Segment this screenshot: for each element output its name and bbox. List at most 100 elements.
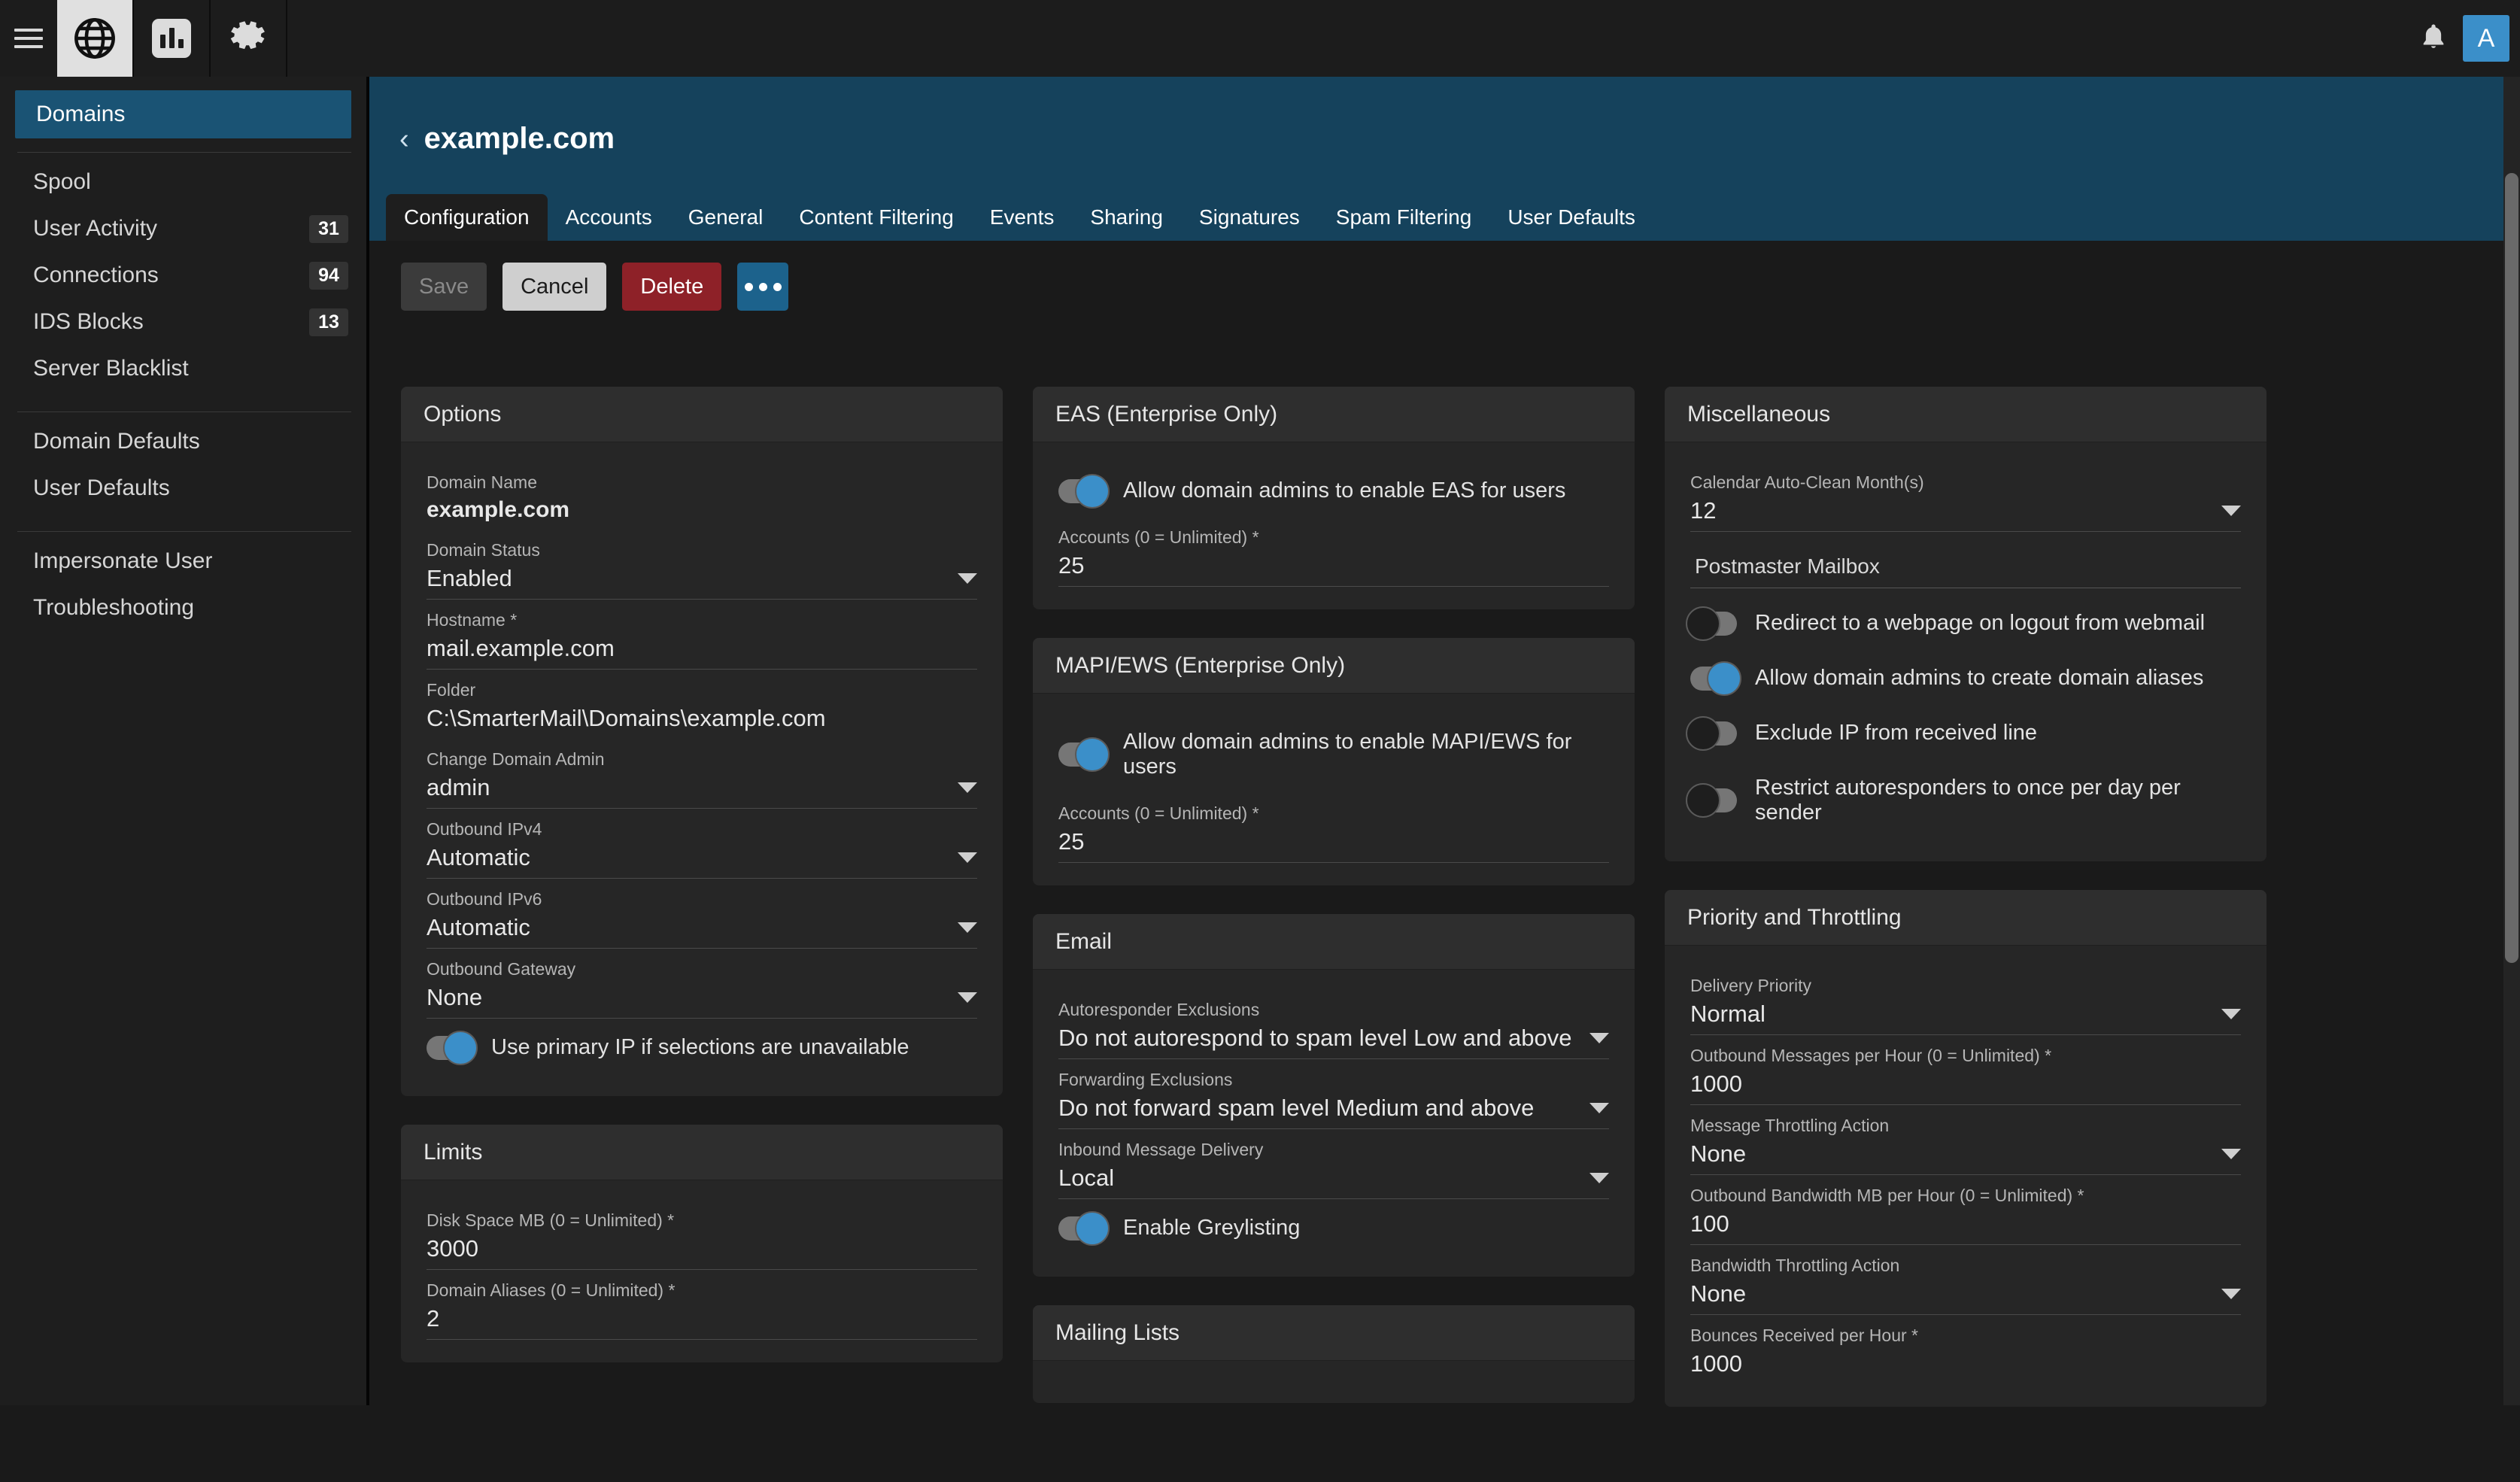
dropdown-forwarding-exclusions[interactable]: Do not forward spam level Medium and abo… bbox=[1058, 1095, 1609, 1129]
eas-accounts-input[interactable]: 25 bbox=[1058, 552, 1609, 587]
more-actions-button[interactable] bbox=[737, 263, 789, 311]
chevron-down-icon[interactable] bbox=[2221, 1009, 2241, 1019]
sidebar-item-user-activity[interactable]: User Activity 31 bbox=[0, 205, 368, 252]
chevron-down-icon[interactable] bbox=[958, 852, 977, 863]
page-scrollbar-thumb[interactable] bbox=[2505, 173, 2518, 963]
chevron-down-icon[interactable] bbox=[958, 782, 977, 793]
card-title: Limits bbox=[401, 1125, 1003, 1180]
dropdown-autoresponder-exclusions[interactable]: Do not autorespond to spam level Low and… bbox=[1058, 1025, 1609, 1059]
dropdown-outbound-ipv4[interactable]: Automatic bbox=[427, 844, 977, 879]
field-forwarding-exclusions: Forwarding Exclusions Do not forward spa… bbox=[1058, 1059, 1609, 1129]
toggle-use-primary-ip[interactable]: Use primary IP if selections are unavail… bbox=[427, 1019, 977, 1074]
field-value: 25 bbox=[1058, 552, 1085, 579]
tab-configuration[interactable]: Configuration bbox=[386, 194, 548, 241]
field-value: 1000 bbox=[1690, 1350, 1742, 1377]
chevron-down-icon[interactable] bbox=[958, 922, 977, 933]
dropdown-inbound-message-delivery[interactable]: Local bbox=[1058, 1165, 1609, 1199]
tab-user-defaults[interactable]: User Defaults bbox=[1489, 194, 1653, 241]
toggle-knob bbox=[1075, 737, 1110, 772]
notifications-button[interactable] bbox=[2404, 0, 2463, 77]
page-scrollbar-track[interactable] bbox=[2503, 77, 2520, 1405]
avatar[interactable]: A bbox=[2463, 15, 2509, 62]
disk-space-input[interactable]: 3000 bbox=[427, 1235, 977, 1270]
sidebar-item-domain-defaults[interactable]: Domain Defaults bbox=[0, 418, 368, 465]
hamburger-bar bbox=[14, 45, 43, 48]
bounces-received-input[interactable]: 1000 bbox=[1690, 1350, 2241, 1384]
sidebar-item-server-blacklist[interactable]: Server Blacklist bbox=[0, 345, 368, 392]
tab-accounts[interactable]: Accounts bbox=[548, 194, 670, 241]
chevron-down-icon[interactable] bbox=[958, 992, 977, 1003]
sidebar-item-user-defaults[interactable]: User Defaults bbox=[0, 465, 368, 512]
chevron-down-icon[interactable] bbox=[1589, 1103, 1609, 1113]
field-value: 3000 bbox=[427, 1235, 478, 1262]
card-title: Options bbox=[401, 387, 1003, 442]
dropdown-outbound-ipv6[interactable]: Automatic bbox=[427, 914, 977, 949]
field-outbound-bandwidth: Outbound Bandwidth MB per Hour (0 = Unli… bbox=[1690, 1175, 2241, 1245]
toggle-switch[interactable] bbox=[1686, 783, 1737, 818]
chevron-down-icon[interactable] bbox=[958, 573, 977, 584]
toggle-mapi-enable[interactable]: Allow domain admins to enable MAPI/EWS f… bbox=[1058, 713, 1609, 793]
outbound-bandwidth-input[interactable]: 100 bbox=[1690, 1210, 2241, 1245]
tab-events[interactable]: Events bbox=[972, 194, 1073, 241]
nav-tab-domains[interactable] bbox=[57, 0, 134, 77]
nav-tab-reports[interactable] bbox=[134, 0, 211, 77]
hamburger-menu-icon[interactable] bbox=[0, 0, 57, 77]
mapi-accounts-input[interactable]: 25 bbox=[1058, 828, 1609, 863]
field-outbound-ipv4: Outbound IPv4 Automatic bbox=[427, 809, 977, 879]
hostname-input[interactable]: mail.example.com bbox=[427, 635, 977, 670]
field-eas-accounts: Accounts (0 = Unlimited) * 25 bbox=[1058, 517, 1609, 587]
toggle-switch[interactable] bbox=[1058, 473, 1110, 509]
dropdown-outbound-gateway[interactable]: None bbox=[427, 984, 977, 1019]
toggle-switch[interactable] bbox=[1690, 661, 1741, 696]
toggle-allow-create-domain-aliases[interactable]: Allow domain admins to create domain ali… bbox=[1690, 649, 2241, 704]
dropdown-change-domain-admin[interactable]: admin bbox=[427, 774, 977, 809]
toggle-knob bbox=[1075, 473, 1110, 509]
toggle-label: Restrict autoresponders to once per day … bbox=[1755, 776, 2181, 825]
delete-button[interactable]: Delete bbox=[622, 263, 722, 311]
toggle-knob bbox=[1686, 715, 1720, 751]
nav-tab-settings[interactable] bbox=[211, 0, 287, 77]
chevron-down-icon[interactable] bbox=[2221, 506, 2241, 516]
tab-sharing[interactable]: Sharing bbox=[1072, 194, 1181, 241]
tab-signatures[interactable]: Signatures bbox=[1181, 194, 1318, 241]
top-bar: A bbox=[0, 0, 2520, 77]
chevron-down-icon[interactable] bbox=[1589, 1033, 1609, 1043]
toggle-switch[interactable] bbox=[427, 1030, 478, 1065]
toggle-switch[interactable] bbox=[1686, 715, 1737, 751]
chevron-down-icon[interactable] bbox=[1589, 1173, 1609, 1183]
chevron-down-icon[interactable] bbox=[2221, 1289, 2241, 1299]
sidebar-item-spool[interactable]: Spool bbox=[0, 159, 368, 205]
toggle-restrict-autoresponders[interactable]: Restrict autoresponders to once per day … bbox=[1686, 759, 2241, 839]
back-chevron-icon[interactable]: ‹ bbox=[399, 125, 409, 153]
sidebar-item-ids-blocks[interactable]: IDS Blocks 13 bbox=[0, 299, 368, 345]
dropdown-bandwidth-throttling-action[interactable]: None bbox=[1690, 1280, 2241, 1315]
chevron-down-icon[interactable] bbox=[2221, 1149, 2241, 1159]
sidebar-item-domains[interactable]: Domains bbox=[15, 90, 351, 138]
sidebar-item-connections[interactable]: Connections 94 bbox=[0, 252, 368, 299]
toggle-eas-enable[interactable]: Allow domain admins to enable EAS for us… bbox=[1058, 462, 1609, 517]
save-button[interactable]: Save bbox=[401, 263, 487, 311]
toggle-knob bbox=[443, 1030, 478, 1065]
tab-spam-filtering[interactable]: Spam Filtering bbox=[1318, 194, 1490, 241]
domain-aliases-input[interactable]: 2 bbox=[427, 1305, 977, 1340]
tab-content-filtering[interactable]: Content Filtering bbox=[781, 194, 971, 241]
toggle-label: Allow domain admins to create domain ali… bbox=[1755, 666, 2204, 690]
toggle-redirect-on-logout[interactable]: Redirect to a webpage on logout from web… bbox=[1686, 594, 2241, 649]
toggle-switch[interactable] bbox=[1058, 1210, 1110, 1246]
toggle-enable-greylisting[interactable]: Enable Greylisting bbox=[1058, 1199, 1609, 1254]
sidebar-item-label: Troubleshooting bbox=[33, 595, 195, 620]
outbound-messages-input[interactable]: 1000 bbox=[1690, 1071, 2241, 1105]
tab-general[interactable]: General bbox=[670, 194, 782, 241]
sidebar-item-troubleshooting[interactable]: Troubleshooting bbox=[0, 585, 368, 631]
toggle-switch[interactable] bbox=[1686, 606, 1737, 641]
dropdown-calendar-auto-clean[interactable]: 12 bbox=[1690, 497, 2241, 532]
toggle-switch[interactable] bbox=[1058, 737, 1110, 772]
field-label: Domain Name bbox=[427, 472, 537, 492]
dropdown-delivery-priority[interactable]: Normal bbox=[1690, 1001, 2241, 1035]
toggle-exclude-ip-received-line[interactable]: Exclude IP from received line bbox=[1686, 704, 2241, 759]
dropdown-message-throttling-action[interactable]: None bbox=[1690, 1140, 2241, 1175]
sidebar-item-label: User Activity bbox=[33, 216, 158, 241]
dropdown-domain-status[interactable]: Enabled bbox=[427, 565, 977, 600]
sidebar-item-impersonate-user[interactable]: Impersonate User bbox=[0, 538, 368, 585]
cancel-button[interactable]: Cancel bbox=[502, 263, 607, 311]
